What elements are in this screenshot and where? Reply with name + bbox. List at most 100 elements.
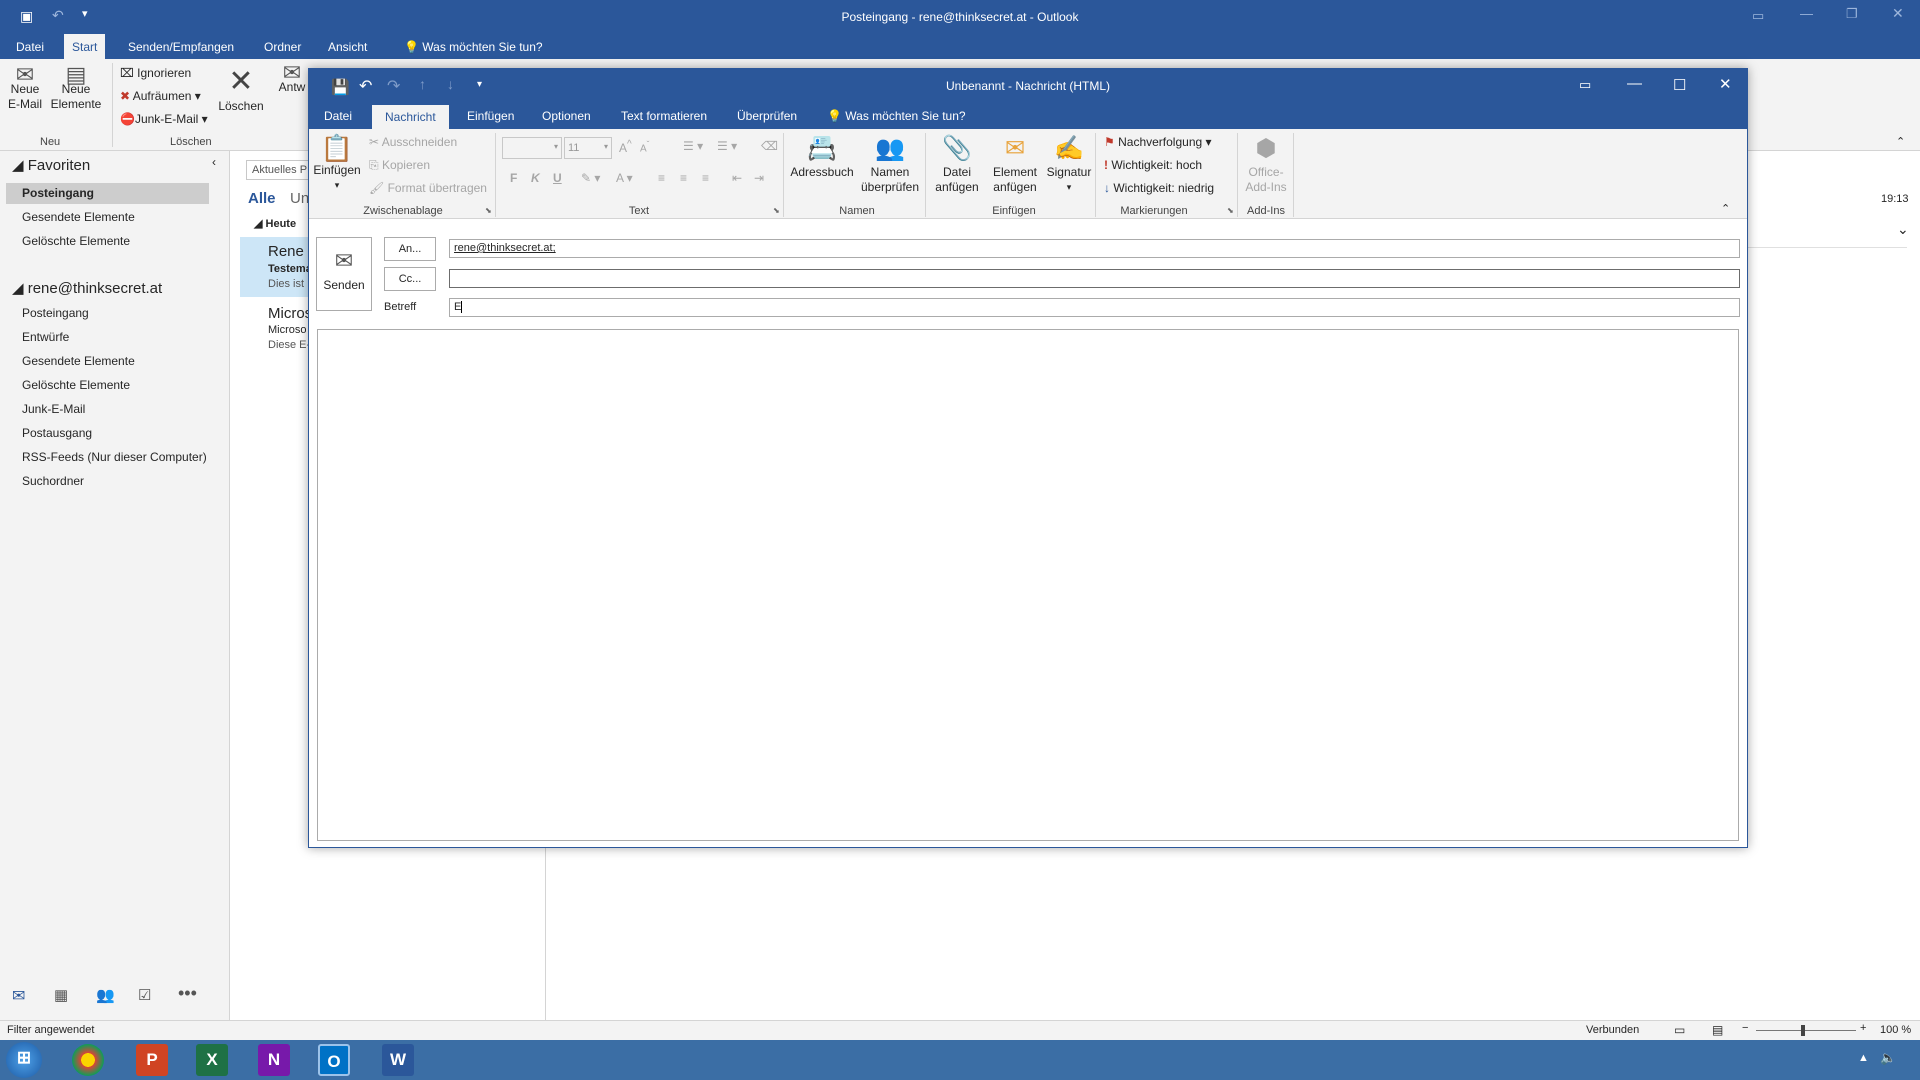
tab-ansicht[interactable]: Ansicht	[320, 38, 375, 56]
ignore-button[interactable]: ⌧ Ignorieren	[120, 66, 191, 80]
filter-all[interactable]: Alle	[248, 190, 276, 207]
zoom-out-icon[interactable]: −	[1742, 1022, 1748, 1034]
fav-geloeschte[interactable]: Gelöschte Elemente	[22, 234, 130, 248]
junk-button[interactable]: ⛔Junk-E-Mail ▾	[120, 112, 208, 126]
tab-optionen[interactable]: Optionen	[542, 109, 591, 123]
cc-button[interactable]: Cc...	[384, 267, 436, 291]
mail-nav-icon[interactable]: ✉	[12, 986, 25, 1006]
folder-posteingang[interactable]: Posteingang	[22, 306, 89, 320]
new-email-button[interactable]: ✉ Neue E-Mail	[6, 64, 44, 112]
close-icon[interactable]: ✕	[1719, 75, 1732, 93]
ribbon-collapse-icon[interactable]: ⌃	[1896, 135, 1905, 148]
cut-button[interactable]: ✂ Ausschneiden	[369, 135, 457, 149]
minimize-icon[interactable]: —	[1800, 6, 1813, 21]
volume-icon[interactable]: 🔈	[1880, 1050, 1896, 1066]
font-color-icon[interactable]: A ▾	[616, 171, 633, 185]
normal-view-icon[interactable]: ▭	[1674, 1023, 1685, 1037]
zoom-slider[interactable]	[1756, 1030, 1856, 1031]
cc-field[interactable]	[449, 269, 1740, 288]
tab-start[interactable]: Start	[64, 34, 106, 59]
format-painter-button[interactable]: 🖌 Format übertragen	[369, 181, 487, 195]
font-size-select[interactable]: 11 ▾	[564, 137, 612, 159]
account-header[interactable]: ◢ rene@thinksecret.at	[12, 279, 162, 297]
importance-high-button[interactable]: ! Wichtigkeit: hoch	[1104, 158, 1202, 172]
folder-geloeschte[interactable]: Gelöschte Elemente	[22, 378, 130, 392]
tell-me-main[interactable]: 💡 Was möchten Sie tun?	[396, 38, 551, 56]
dialog-launcher-icon[interactable]: ⬊	[1227, 206, 1234, 215]
message-body[interactable]	[317, 329, 1739, 841]
ribbon-display-icon[interactable]: ▭	[1579, 77, 1591, 93]
fav-posteingang[interactable]: Posteingang	[22, 186, 94, 200]
check-names-button[interactable]: 👥 Namen überprüfen	[857, 133, 923, 195]
tab-text-formatieren[interactable]: Text formatieren	[621, 109, 707, 123]
folder-entwuerfe[interactable]: Entwürfe	[22, 330, 69, 344]
align-center-icon[interactable]: ≡	[680, 171, 687, 185]
ribbon-display-icon[interactable]: ▭	[1752, 8, 1764, 24]
tray-chevron-icon[interactable]: ▲	[1858, 1052, 1869, 1064]
favorites-header[interactable]: ◢ Favoriten	[12, 156, 90, 174]
folder-rss[interactable]: RSS-Feeds (Nur dieser Computer)	[22, 450, 207, 464]
copy-button[interactable]: ⎘ Kopieren	[369, 158, 430, 173]
bullets-icon[interactable]: ☰ ▾	[683, 139, 703, 153]
tab-datei[interactable]: Datei	[8, 38, 52, 56]
decrease-indent-icon[interactable]: ⇤	[732, 171, 742, 185]
delete-button[interactable]: ✕ Löschen	[216, 65, 266, 114]
follow-up-button[interactable]: ⚑ Nachverfolgung ▾	[1104, 135, 1212, 149]
tab-einfuegen[interactable]: Einfügen	[467, 109, 514, 123]
close-icon[interactable]: ✕	[1892, 5, 1904, 22]
address-book-button[interactable]: 📇 Adressbuch	[789, 133, 855, 180]
to-field[interactable]: rene@thinksecret.at;	[449, 239, 1740, 258]
collapse-pane-icon[interactable]: ‹	[212, 155, 216, 169]
reply-button[interactable]: ✉ Antw	[274, 62, 310, 95]
excel-icon[interactable]: X	[196, 1044, 228, 1076]
folder-suchordner[interactable]: Suchordner	[22, 474, 84, 488]
tasks-nav-icon[interactable]: ☑	[138, 986, 151, 1004]
tab-datei[interactable]: Datei	[324, 109, 352, 123]
powerpoint-icon[interactable]: P	[136, 1044, 168, 1076]
tell-me-compose[interactable]: 💡 Was möchten Sie tun?	[827, 109, 966, 123]
office-addins-button[interactable]: ⬢ Office-Add-Ins	[1239, 133, 1293, 195]
signature-button[interactable]: ✍ Signatur ▾	[1043, 133, 1095, 195]
italic-button[interactable]: K	[531, 171, 540, 185]
filter-unread[interactable]: Un	[290, 190, 309, 207]
more-nav-icon[interactable]: •••	[178, 983, 197, 1004]
align-right-icon[interactable]: ≡	[702, 171, 709, 185]
tab-nachricht[interactable]: Nachricht	[372, 105, 449, 130]
chrome-icon[interactable]	[72, 1044, 104, 1076]
subject-field[interactable]: E	[449, 298, 1740, 317]
tab-ueberpruefen[interactable]: Überprüfen	[737, 109, 797, 123]
numbering-icon[interactable]: ☰ ▾	[717, 139, 737, 153]
cleanup-button[interactable]: ✖ Aufräumen ▾	[120, 89, 201, 103]
people-nav-icon[interactable]: 👥	[96, 986, 115, 1004]
word-icon[interactable]: W	[382, 1044, 414, 1076]
zoom-slider-thumb[interactable]	[1801, 1025, 1805, 1036]
tab-senden-empfangen[interactable]: Senden/Empfangen	[120, 38, 242, 56]
reading-view-icon[interactable]: ▤	[1712, 1023, 1723, 1037]
zoom-in-icon[interactable]: +	[1860, 1022, 1866, 1034]
expand-header-icon[interactable]: ⌄	[1897, 221, 1909, 238]
attach-item-button[interactable]: ✉ Element anfügen	[987, 133, 1043, 195]
maximize-icon[interactable]: ☐	[1673, 76, 1686, 94]
bold-button[interactable]: F	[510, 171, 517, 185]
start-orb-icon[interactable]: ⊞	[6, 1042, 42, 1078]
folder-gesendete[interactable]: Gesendete Elemente	[22, 354, 135, 368]
underline-button[interactable]: U	[553, 171, 562, 185]
attach-file-button[interactable]: 📎 Datei anfügen	[929, 133, 985, 195]
increase-indent-icon[interactable]: ⇥	[754, 171, 764, 185]
send-button[interactable]: ✉ Senden	[316, 237, 372, 311]
dialog-launcher-icon[interactable]: ⬊	[485, 206, 492, 215]
tab-ordner[interactable]: Ordner	[256, 38, 309, 56]
paste-button[interactable]: 📋 Einfügen ▾	[313, 133, 361, 193]
folder-postausgang[interactable]: Postausgang	[22, 426, 92, 440]
recipient-token[interactable]: rene@thinksecret.at;	[454, 242, 556, 254]
new-items-button[interactable]: ▤ Neue Elemente	[48, 64, 104, 112]
minimize-icon[interactable]: —	[1627, 75, 1642, 92]
importance-low-button[interactable]: ↓ Wichtigkeit: niedrig	[1104, 181, 1214, 195]
grow-font-icon[interactable]: A^	[619, 139, 632, 155]
onenote-icon[interactable]: N	[258, 1044, 290, 1076]
fav-gesendete[interactable]: Gesendete Elemente	[22, 210, 135, 224]
highlight-icon[interactable]: ✎ ▾	[581, 171, 600, 185]
dialog-launcher-icon[interactable]: ⬊	[773, 206, 780, 215]
folder-junk[interactable]: Junk-E-Mail	[22, 402, 85, 416]
calendar-nav-icon[interactable]: ▦	[54, 986, 68, 1004]
